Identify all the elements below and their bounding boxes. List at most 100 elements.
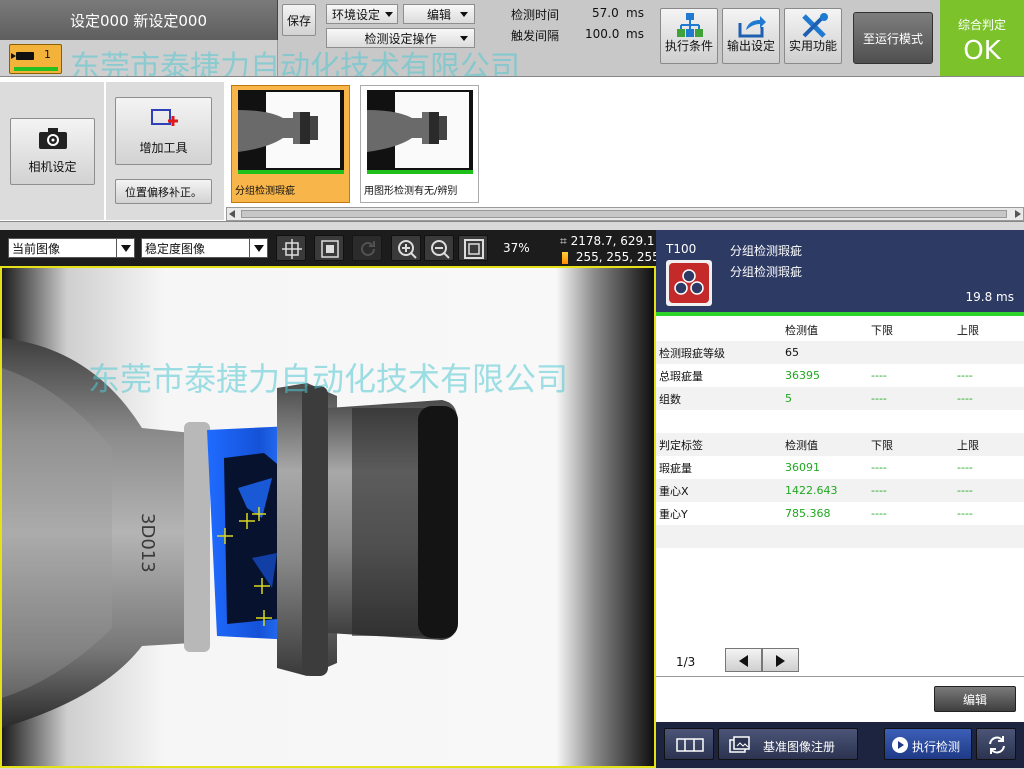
repeat-detection-button[interactable] [976,728,1016,760]
register-reference-image-button[interactable]: 基准图像注册 [718,728,858,760]
tool-id: T100 [666,242,697,256]
tool-elapsed-time: 19.8 ms [965,290,1014,304]
add-tool-icon [150,108,178,126]
edit-button[interactable]: 编辑 [934,686,1016,712]
zoom-level: 37% [503,241,530,255]
row-high: ---- [957,484,973,497]
env-setting-dropdown[interactable]: 环境设定 [326,4,398,24]
crosshair-frame-icon [282,239,302,259]
tool-name: 分组检测瑕疵 [730,244,803,258]
row-label: 检测瑕疵等级 [659,346,725,360]
reference-image-icon [729,736,750,753]
execute-detection-button[interactable]: 执行检测 [884,728,972,760]
next-page-button[interactable] [762,648,799,672]
tool-subname: 分组检测瑕疵 [730,265,803,279]
position-correction-button[interactable]: 位置偏移补正。 [115,179,212,204]
row-high: ---- [957,392,973,405]
scrollbar-thumb[interactable] [241,210,1007,218]
exec-condition-icon [677,13,703,37]
edit-dropdown[interactable]: 编辑 [403,4,475,24]
chevron-down-icon [249,239,267,257]
camera-status-bar [14,67,58,71]
table-row[interactable]: 总瑕疵量 36395 ---- ---- [656,364,1024,387]
output-setting-button[interactable]: 输出设定 [722,8,780,64]
image-viewer[interactable]: 3D013 东莞市泰捷力自动化技术有限公司 [0,266,656,768]
output-setting-label: 输出设定 [726,39,775,53]
cursor-coordinate: 2178.7, 629.1 [570,234,655,248]
table-row[interactable]: 重心Y 785.368 ---- ---- [656,502,1024,525]
prev-page-button[interactable] [725,648,762,672]
camera-icon [11,52,34,60]
table-header: 判定标签 [659,438,703,452]
bottle-thumbnail [367,90,473,174]
view-select-dropdown[interactable]: 当前图像 [8,238,135,258]
run-mode-button[interactable]: 至运行模式 [853,12,933,64]
row-value: 1422.643 [785,484,838,497]
camera-setting-label: 相机设定 [28,160,77,174]
table-header: 上限 [957,438,979,452]
tool-tile-shape-detect[interactable]: 用图形检测有无/辨别 [360,85,479,203]
row-high: ---- [957,507,973,520]
fit-center-button[interactable] [276,235,306,261]
scroll-left-icon[interactable] [229,210,235,218]
camera-selector-chip[interactable]: 1 [9,44,62,74]
pixel-value-icon [562,251,568,264]
exec-condition-button[interactable]: 执行条件 [660,8,718,64]
bottle-thumbnail [238,90,344,174]
chevron-down-icon [385,12,393,17]
chevron-down-icon [460,36,468,41]
tool-tile-label: 分组检测瑕疵 [235,186,295,197]
add-tool-button[interactable]: 增加工具 [115,97,212,165]
image-frame-button[interactable] [314,235,344,261]
row-label: 组数 [659,392,681,406]
tool-thumbnail [367,90,473,174]
execute-detection-label: 执行检测 [912,740,961,754]
camera-number: 1 [44,48,51,61]
row-label: 重心X [659,484,689,498]
tool-icon [666,260,712,306]
judge-title: 综合判定 [957,18,1006,32]
row-high: ---- [957,461,973,474]
tool-tile-label: 用图形检测有无/辨别 [364,186,458,197]
add-tool-label: 增加工具 [139,140,188,155]
scroll-right-icon[interactable] [1015,210,1021,218]
camera-icon [38,128,67,149]
tool-strip-scrollbar[interactable] [226,207,1024,221]
utility-label: 实用功能 [788,39,837,53]
table-row[interactable]: 检测瑕疵等级 65 [656,341,1024,364]
fit-to-window-button[interactable] [458,235,488,261]
save-button[interactable]: 保存 [282,4,316,36]
refresh-button[interactable] [352,235,382,261]
register-reference-label: 基准图像注册 [763,740,836,754]
row-low: ---- [871,392,887,405]
tool-ok-bar [238,170,344,174]
exec-condition-label: 执行条件 [664,39,713,53]
utility-button[interactable]: 实用功能 [784,8,842,64]
inspection-setting-operation-dropdown[interactable]: 检测设定操作 [326,28,475,48]
view-select-value: 当前图像 [12,241,61,256]
bottle-text: 3D013 [137,513,158,573]
zoom-out-icon [431,240,450,259]
layout-strip-icon [676,738,704,752]
row-label: 重心Y [659,507,688,521]
detect-time-unit: ms [626,6,644,20]
table-row[interactable]: 重心X 1422.643 ---- ---- [656,479,1024,502]
chevron-down-icon [460,12,468,17]
tool-tile-group-defect[interactable]: 分组检测瑕疵 [231,85,350,203]
table-header [656,318,782,341]
setting-title[interactable]: 设定000 新设定000 [0,0,278,40]
table-row[interactable]: 组数 5 ---- ---- [656,387,1024,410]
zoom-out-button[interactable] [424,235,454,261]
camera-setting-button[interactable]: 相机设定 [10,118,95,185]
multi-view-button[interactable] [664,728,714,760]
row-high: ---- [957,369,973,382]
row-label: 总瑕疵量 [659,369,703,383]
pixel-value: 255, 255, 255 [575,250,660,264]
env-setting-label: 环境设定 [332,7,381,22]
result-table-1: 检测值 下限 上限 检测瑕疵等级 65 总瑕疵量 36395 ---- ----… [656,318,1024,433]
row-value: 36395 [785,369,820,382]
table-row[interactable]: 瑕疵量 36091 ---- ---- [656,456,1024,479]
zoom-in-button[interactable] [391,235,421,261]
filter-select-dropdown[interactable]: 稳定度图像 [141,238,268,258]
trigger-interval-label: 触发间隔 [511,29,560,43]
